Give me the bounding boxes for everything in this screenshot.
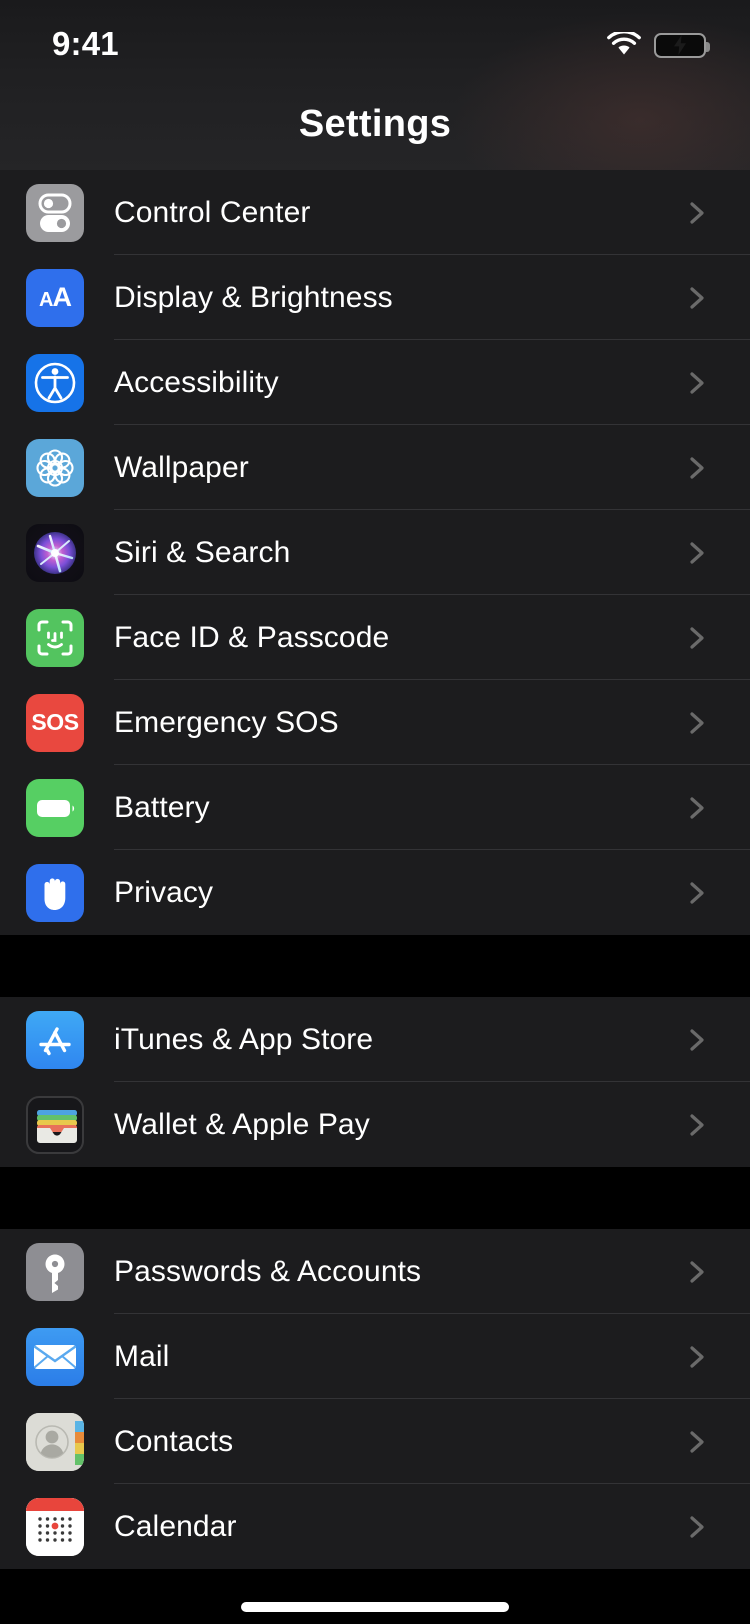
settings-row-mail[interactable]: Mail xyxy=(0,1314,750,1399)
home-indicator[interactable] xyxy=(241,1602,509,1612)
chevron-right-icon xyxy=(682,1427,712,1457)
settings-row-label: Face ID & Passcode xyxy=(114,620,390,654)
settings-row-display-brightness[interactable]: AA Display & Brightness xyxy=(0,255,750,340)
wallpaper-icon xyxy=(26,438,84,497)
display-icon-big-a: A xyxy=(52,282,71,312)
status-bar: 9:41 xyxy=(0,0,750,84)
settings-row-passwords-accounts[interactable]: Passwords & Accounts xyxy=(0,1229,750,1314)
chevron-right-icon xyxy=(682,878,712,908)
settings-row-wallet-apple-pay[interactable]: Wallet & Apple Pay xyxy=(0,1082,750,1167)
app-store-icon xyxy=(26,1010,84,1069)
chevron-right-icon xyxy=(682,1512,712,1542)
settings-row-accessibility[interactable]: Accessibility xyxy=(0,340,750,425)
chevron-right-icon xyxy=(682,368,712,398)
chevron-right-icon xyxy=(682,793,712,823)
chevron-right-icon xyxy=(682,283,712,313)
calendar-icon xyxy=(26,1497,84,1556)
settings-row-label: iTunes & App Store xyxy=(114,1022,374,1056)
wallet-icon xyxy=(26,1095,84,1154)
settings-row-privacy[interactable]: Privacy xyxy=(0,850,750,935)
key-icon xyxy=(26,1242,84,1301)
emergency-sos-icon: SOS xyxy=(26,693,84,752)
settings-group-2: iTunes & App Store Wallet & Apple Pay xyxy=(0,997,750,1167)
siri-icon xyxy=(26,523,84,582)
chevron-right-icon xyxy=(682,623,712,653)
chevron-right-icon xyxy=(682,1110,712,1140)
settings-row-label: Emergency SOS xyxy=(114,705,339,739)
settings-row-label: Calendar xyxy=(114,1509,237,1543)
settings-row-label: Siri & Search xyxy=(114,535,291,569)
settings-row-itunes-app-store[interactable]: iTunes & App Store xyxy=(0,997,750,1082)
settings-row-label: Mail xyxy=(114,1339,170,1373)
settings-row-siri-search[interactable]: Siri & Search xyxy=(0,510,750,595)
chevron-right-icon xyxy=(682,538,712,568)
chevron-right-icon xyxy=(682,1342,712,1372)
settings-row-label: Privacy xyxy=(114,875,214,909)
display-brightness-icon: AA xyxy=(26,268,84,327)
battery-icon xyxy=(26,778,84,837)
battery-charging-icon xyxy=(654,32,710,58)
mail-envelope-icon xyxy=(26,1327,84,1386)
group-gap xyxy=(0,935,750,997)
settings-row-label: Accessibility xyxy=(114,365,279,399)
wifi-icon xyxy=(607,30,641,58)
face-id-icon xyxy=(26,608,84,667)
settings-row-label: Contacts xyxy=(114,1424,234,1458)
control-center-icon xyxy=(26,183,84,242)
status-bar-clock: 9:41 xyxy=(52,25,119,62)
settings-row-label: Control Center xyxy=(114,195,311,229)
settings-screen: Settings 9:41 Control Center AA Display … xyxy=(0,0,750,1624)
settings-row-label: Wallpaper xyxy=(114,450,249,484)
settings-row-label: Passwords & Accounts xyxy=(114,1254,422,1288)
chevron-right-icon xyxy=(682,1257,712,1287)
display-icon-small-a: A xyxy=(39,289,53,311)
group-gap xyxy=(0,1167,750,1229)
settings-row-label: Display & Brightness xyxy=(114,280,393,314)
contacts-icon xyxy=(26,1412,84,1471)
accessibility-icon xyxy=(26,353,84,412)
settings-group-1: Control Center AA Display & Brightness A… xyxy=(0,170,750,935)
chevron-right-icon xyxy=(682,1025,712,1055)
settings-group-3: Passwords & Accounts Mail Contacts Calen… xyxy=(0,1229,750,1569)
chevron-right-icon xyxy=(682,708,712,738)
page-title: Settings xyxy=(298,103,452,145)
settings-row-face-id-passcode[interactable]: Face ID & Passcode xyxy=(0,595,750,680)
status-bar-indicators xyxy=(607,30,710,58)
settings-row-contacts[interactable]: Contacts xyxy=(0,1399,750,1484)
sos-text: SOS xyxy=(31,709,79,735)
settings-row-calendar[interactable]: Calendar xyxy=(0,1484,750,1569)
settings-list[interactable]: Control Center AA Display & Brightness A… xyxy=(0,170,750,1569)
settings-row-control-center[interactable]: Control Center xyxy=(0,170,750,255)
settings-row-wallpaper[interactable]: Wallpaper xyxy=(0,425,750,510)
privacy-hand-icon xyxy=(26,863,84,922)
chevron-right-icon xyxy=(682,453,712,483)
settings-row-label: Wallet & Apple Pay xyxy=(114,1107,370,1141)
settings-row-battery[interactable]: Battery xyxy=(0,765,750,850)
settings-row-emergency-sos[interactable]: SOS Emergency SOS xyxy=(0,680,750,765)
settings-row-label: Battery xyxy=(114,790,210,824)
chevron-right-icon xyxy=(682,198,712,228)
